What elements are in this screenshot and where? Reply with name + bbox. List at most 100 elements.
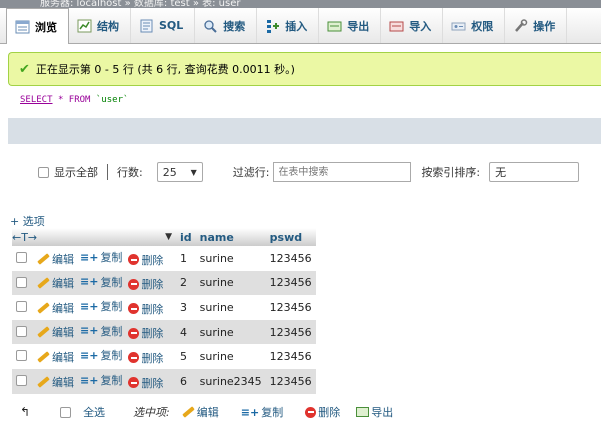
- row-edit-button[interactable]: 编辑: [37, 251, 74, 267]
- row-copy-button[interactable]: ≡+ 复制: [80, 323, 122, 339]
- breadcrumb-text: 服务器: localhost » 数据库: test » 表: user: [40, 0, 241, 8]
- filter-input[interactable]: [273, 162, 412, 182]
- pencil-icon: [182, 406, 195, 418]
- cell-pswd: 123456: [265, 368, 316, 394]
- row-checkbox[interactable]: [16, 325, 27, 337]
- tab-browse[interactable]: 浏览: [6, 8, 69, 44]
- row-copy-label: 复制: [100, 300, 123, 314]
- tab-search[interactable]: 搜索: [195, 8, 258, 43]
- export-icon: [327, 19, 342, 33]
- tab-label: SQL: [159, 19, 184, 32]
- tab-privileges[interactable]: 权限: [443, 8, 506, 43]
- cell-id: 4: [176, 319, 196, 345]
- tab-import[interactable]: 导入: [381, 8, 444, 43]
- row-delete-button[interactable]: 删除: [128, 375, 163, 391]
- wrench-icon: [513, 18, 528, 33]
- pencil-icon: [37, 302, 50, 314]
- import-icon: [389, 19, 404, 33]
- bulk-delete-button[interactable]: 删除: [305, 404, 340, 420]
- row-delete-button[interactable]: 删除: [128, 252, 163, 268]
- sort-dropdown-icon[interactable]: ▼: [165, 232, 172, 242]
- pencil-icon: [37, 252, 50, 265]
- row-actions-cell: 编辑 ≡+ 复制 删除: [12, 270, 176, 296]
- header-name[interactable]: name: [195, 228, 266, 246]
- header-pswd[interactable]: pswd: [265, 228, 316, 246]
- row-edit-button[interactable]: 编辑: [37, 300, 74, 316]
- row-delete-button[interactable]: 删除: [128, 301, 163, 317]
- row-copy-button[interactable]: ≡+ 复制: [80, 249, 122, 265]
- dropdown-arrow-icon: ▼: [190, 167, 197, 177]
- row-edit-button[interactable]: 编辑: [37, 374, 74, 390]
- table-row: 编辑 ≡+ 复制 删除 5 surine 123456: [12, 344, 316, 369]
- cell-pswd: 123456: [265, 319, 316, 345]
- cell-id: 3: [176, 295, 196, 320]
- browse-icon: [15, 20, 30, 34]
- row-edit-button[interactable]: 编辑: [37, 349, 74, 365]
- bulk-export-button[interactable]: 导出: [356, 404, 393, 420]
- row-delete-label: 删除: [141, 278, 164, 292]
- row-checkbox[interactable]: [16, 350, 27, 362]
- sort-select-value: 无: [495, 166, 507, 179]
- row-copy-button[interactable]: ≡+ 复制: [80, 372, 122, 388]
- row-copy-button[interactable]: ≡+ 复制: [80, 347, 122, 363]
- pencil-icon: [37, 277, 50, 289]
- show-all-checkbox[interactable]: [38, 166, 49, 178]
- row-actions-cell: 编辑 ≡+ 复制 删除: [12, 368, 176, 394]
- cell-name: surine2345: [195, 368, 266, 394]
- cell-name: surine: [195, 270, 266, 296]
- cell-id: 2: [176, 270, 196, 296]
- bulk-copy-button[interactable]: ≡+ 复制: [241, 404, 283, 420]
- rows-select[interactable]: 25 ▼: [156, 162, 203, 182]
- sql-select-keyword[interactable]: SELECT: [20, 95, 53, 105]
- row-checkbox[interactable]: [16, 252, 27, 264]
- copy-icon: ≡+: [80, 324, 99, 338]
- tab-insert[interactable]: 插入: [257, 8, 320, 43]
- tab-operations[interactable]: 操作: [505, 8, 568, 43]
- cell-id: 6: [176, 368, 196, 394]
- row-checkbox[interactable]: [16, 276, 27, 288]
- row-delete-button[interactable]: 删除: [128, 350, 163, 366]
- bulk-edit-button[interactable]: 编辑: [182, 404, 219, 420]
- bulk-actions: ↰ 全选 选中项: 编辑 ≡+ 复制 删除 导出: [20, 404, 399, 420]
- sort-select[interactable]: 无: [489, 162, 580, 182]
- table-row: 编辑 ≡+ 复制 删除 6 surine2345 123456: [12, 368, 316, 394]
- row-checkbox[interactable]: [16, 301, 27, 313]
- select-arrow-icon: ↰: [20, 405, 31, 419]
- delete-icon: [128, 254, 140, 266]
- select-all-checkbox[interactable]: [60, 406, 72, 418]
- table-row: 编辑 ≡+ 复制 删除 1 surine 123456: [12, 246, 316, 271]
- row-edit-label: 编辑: [52, 252, 74, 266]
- row-delete-button[interactable]: 删除: [128, 276, 163, 292]
- copy-icon: ≡+: [80, 373, 99, 387]
- row-copy-button[interactable]: ≡+ 复制: [80, 274, 122, 290]
- copy-icon: ≡+: [80, 275, 99, 289]
- row-edit-label: 编辑: [52, 375, 74, 389]
- select-all-label[interactable]: 全选: [83, 404, 105, 420]
- column-arrows-header: ←T→ ▼: [12, 228, 176, 246]
- copy-icon: ≡+: [240, 405, 260, 419]
- navigation-row: 显示全部 行数: 25 ▼ 过滤行: 按索引排序: 无: [38, 162, 580, 182]
- tab-label: 权限: [471, 19, 494, 33]
- sql-from-keyword: FROM: [68, 95, 91, 105]
- row-copy-button[interactable]: ≡+ 复制: [80, 298, 122, 314]
- bulk-edit-label: 编辑: [196, 406, 219, 419]
- cell-pswd: 123456: [265, 295, 316, 320]
- sql-toolbar: [8, 118, 601, 144]
- delete-icon: [128, 327, 140, 339]
- tab-structure[interactable]: 结构: [69, 8, 131, 43]
- options-link[interactable]: + 选项: [10, 213, 45, 229]
- row-edit-button[interactable]: 编辑: [37, 324, 74, 340]
- copy-icon: ≡+: [80, 348, 99, 362]
- row-actions-cell: 编辑 ≡+ 复制 删除: [12, 295, 176, 320]
- delete-icon: [128, 352, 140, 364]
- row-delete-button[interactable]: 删除: [128, 325, 163, 341]
- row-checkbox[interactable]: [16, 375, 27, 387]
- column-arrows-icon[interactable]: ←T→: [12, 231, 37, 244]
- row-edit-button[interactable]: 编辑: [37, 275, 74, 291]
- tab-sql[interactable]: SQL: [131, 8, 196, 43]
- header-id[interactable]: id: [176, 228, 196, 246]
- cell-name: surine: [195, 319, 266, 345]
- tab-export[interactable]: 导出: [319, 8, 382, 43]
- cell-id: 5: [176, 344, 196, 369]
- tab-bar: 浏览 结构 SQL 搜索 插入 导出 导入 权限 操作: [0, 8, 601, 44]
